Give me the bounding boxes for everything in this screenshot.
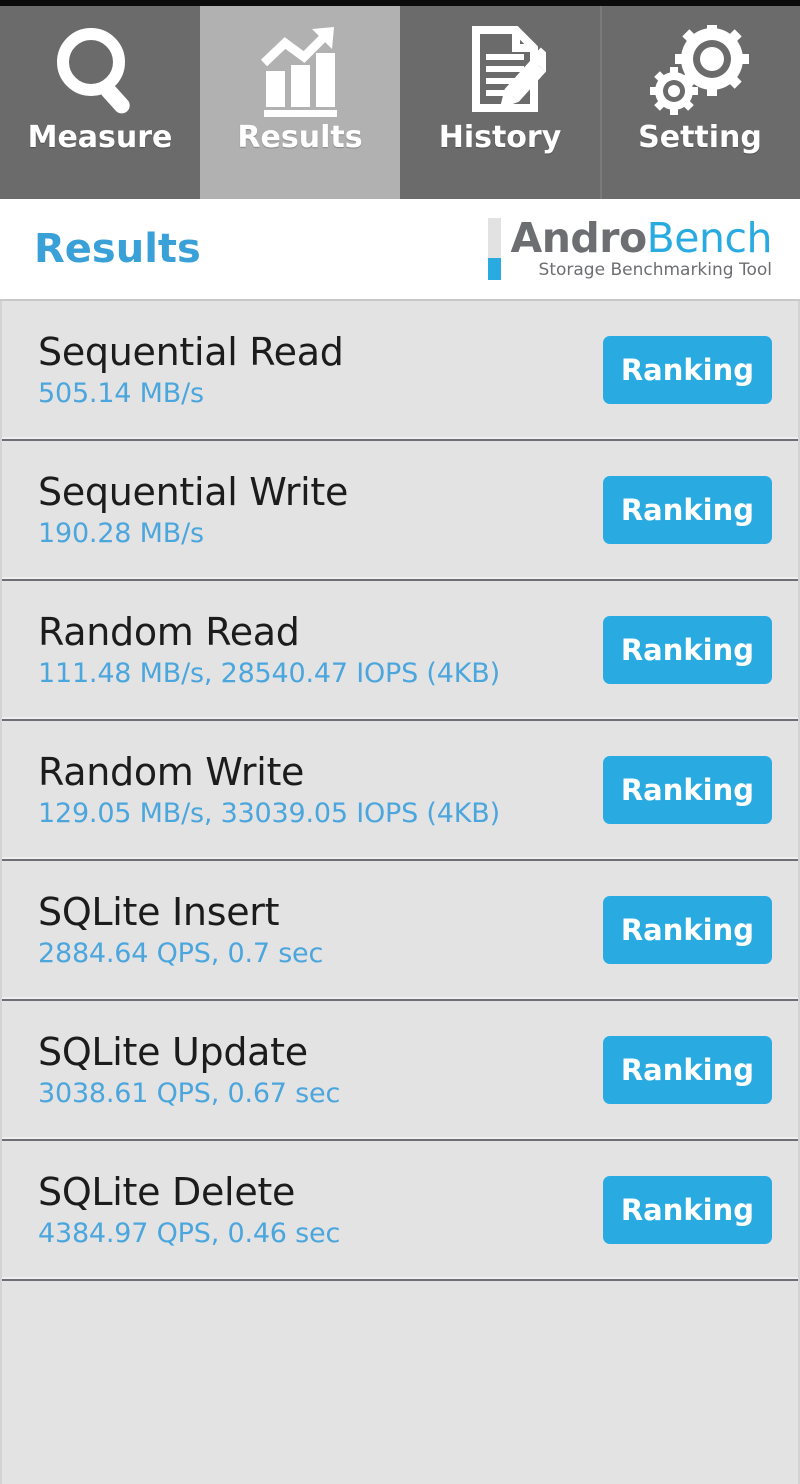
tab-label-setting: Setting bbox=[638, 120, 762, 155]
ranking-button[interactable]: Ranking bbox=[602, 1036, 772, 1104]
result-value: 2884.64 QPS, 0.7 sec bbox=[38, 938, 324, 970]
row-texts: Random Read 111.48 MB/s, 28540.47 IOPS (… bbox=[38, 611, 500, 690]
result-value: 129.05 MB/s, 33039.05 IOPS (4KB) bbox=[38, 798, 500, 830]
result-name: Sequential Read bbox=[38, 329, 344, 374]
tab-measure[interactable]: Measure bbox=[0, 6, 200, 199]
tab-results[interactable]: Results bbox=[200, 6, 400, 199]
tab-label-history: History bbox=[438, 120, 562, 155]
ranking-button[interactable]: Ranking bbox=[602, 336, 772, 404]
androbench-logo: AndroBench Storage Benchmarking Tool bbox=[488, 217, 773, 281]
table-row[interactable]: Sequential Read 505.14 MB/s Ranking bbox=[2, 301, 798, 441]
androbench-app: Measure Results History Setting Results … bbox=[0, 0, 800, 1484]
tab-bar: Measure Results History Setting bbox=[0, 6, 800, 199]
result-value: 3038.61 QPS, 0.67 sec bbox=[38, 1078, 341, 1110]
logo-text: AndroBench Storage Benchmarking Tool bbox=[510, 217, 772, 281]
row-texts: Sequential Write 190.28 MB/s bbox=[38, 471, 348, 550]
magnifier-icon bbox=[53, 28, 147, 114]
row-texts: SQLite Update 3038.61 QPS, 0.67 sec bbox=[38, 1031, 340, 1110]
bar-chart-arrow-icon bbox=[254, 27, 346, 117]
ranking-button[interactable]: Ranking bbox=[602, 756, 772, 824]
table-row[interactable]: SQLite Update 3038.61 QPS, 0.67 sec Rank… bbox=[2, 1001, 798, 1141]
ranking-button[interactable]: Ranking bbox=[602, 476, 772, 544]
table-row[interactable]: SQLite Insert 2884.64 QPS, 0.7 sec Ranki… bbox=[2, 861, 798, 1001]
tab-history[interactable]: History bbox=[400, 6, 600, 199]
table-row[interactable]: SQLite Delete 4384.97 QPS, 0.46 sec Rank… bbox=[2, 1141, 798, 1281]
ranking-button[interactable]: Ranking bbox=[602, 616, 772, 684]
ranking-button[interactable]: Ranking bbox=[602, 896, 772, 964]
logo-andro: Andro bbox=[510, 213, 647, 262]
table-row[interactable]: Random Read 111.48 MB/s, 28540.47 IOPS (… bbox=[2, 581, 798, 721]
result-name: Sequential Write bbox=[38, 469, 349, 514]
table-row[interactable]: Random Write 129.05 MB/s, 33039.05 IOPS … bbox=[2, 721, 798, 861]
page-title: Results bbox=[34, 226, 201, 272]
logo-bar-top bbox=[488, 217, 502, 258]
tab-label-results: Results bbox=[237, 120, 363, 155]
gears-icon bbox=[650, 25, 750, 115]
row-texts: Random Write 129.05 MB/s, 33039.05 IOPS … bbox=[38, 751, 500, 830]
row-texts: SQLite Insert 2884.64 QPS, 0.7 sec bbox=[38, 891, 323, 970]
tab-label-measure: Measure bbox=[27, 120, 173, 155]
tab-setting[interactable]: Setting bbox=[600, 6, 800, 199]
result-name: Random Write bbox=[38, 749, 305, 794]
logo-bar-bottom bbox=[488, 257, 502, 280]
row-texts: SQLite Delete 4384.97 QPS, 0.46 sec bbox=[38, 1171, 340, 1250]
logo-bench: Bench bbox=[646, 213, 773, 262]
table-row[interactable]: Sequential Write 190.28 MB/s Ranking bbox=[2, 441, 798, 581]
result-value: 4384.97 QPS, 0.46 sec bbox=[38, 1218, 341, 1250]
logo-wordmark: AndroBench bbox=[510, 217, 772, 258]
result-name: Random Read bbox=[38, 609, 300, 654]
document-pencil-icon bbox=[454, 26, 546, 114]
result-name: SQLite Insert bbox=[38, 889, 280, 934]
result-value: 505.14 MB/s bbox=[38, 378, 204, 410]
result-name: SQLite Update bbox=[38, 1029, 308, 1074]
result-name: SQLite Delete bbox=[38, 1169, 296, 1214]
logo-bar-icon bbox=[488, 217, 502, 280]
row-texts: Sequential Read 505.14 MB/s bbox=[38, 331, 344, 410]
logo-tagline: Storage Benchmarking Tool bbox=[538, 260, 772, 281]
result-value: 111.48 MB/s, 28540.47 IOPS (4KB) bbox=[38, 658, 500, 690]
result-value: 190.28 MB/s bbox=[38, 518, 204, 550]
results-list: Sequential Read 505.14 MB/s Ranking Sequ… bbox=[0, 301, 800, 1484]
page-header: Results AndroBench Storage Benchmarking … bbox=[0, 199, 800, 301]
ranking-button[interactable]: Ranking bbox=[602, 1176, 772, 1244]
